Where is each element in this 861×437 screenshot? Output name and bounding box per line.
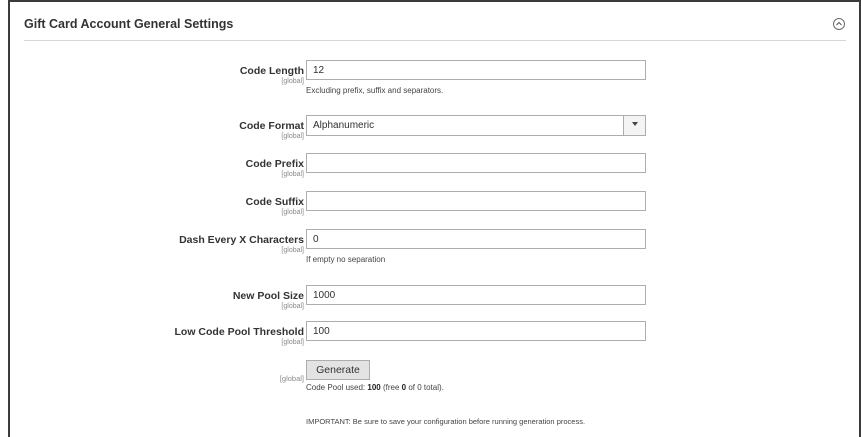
new-pool-size-input[interactable] xyxy=(306,285,646,305)
dash-every-input[interactable] xyxy=(306,229,646,249)
dash-every-note: If empty no separation xyxy=(306,255,386,264)
generate-scope: [global] xyxy=(279,374,304,383)
low-threshold-label: Low Code Pool Threshold xyxy=(174,326,305,338)
code-suffix-scope: [global] xyxy=(281,209,304,216)
code-length-input[interactable] xyxy=(306,60,646,80)
pool-used-value: 100 xyxy=(367,383,381,392)
code-prefix-input[interactable] xyxy=(306,153,646,173)
chevron-down-icon[interactable] xyxy=(623,116,645,135)
code-suffix-input[interactable] xyxy=(306,191,646,211)
important-note: IMPORTANT: Be sure to save your configur… xyxy=(306,417,586,426)
pool-used-prefix: Code Pool used: xyxy=(306,383,368,392)
code-length-label: Code Length xyxy=(239,65,304,77)
chevron-up-circle-icon[interactable] xyxy=(833,18,845,30)
code-format-scope: [global] xyxy=(281,133,304,140)
pool-suffix: of 0 total). xyxy=(406,383,444,392)
new-pool-size-label: New Pool Size xyxy=(232,290,304,302)
section-title[interactable]: Gift Card Account General Settings xyxy=(24,17,233,31)
code-prefix-scope: [global] xyxy=(281,171,304,178)
pool-used-text: Code Pool used: 100 (free 0 of 0 total). xyxy=(306,383,444,392)
pool-free-prefix: (free xyxy=(380,383,402,392)
code-prefix-label: Code Prefix xyxy=(245,158,304,170)
code-suffix-label: Code Suffix xyxy=(245,196,304,208)
code-format-label: Code Format xyxy=(239,120,304,132)
low-threshold-scope: [global] xyxy=(281,339,304,346)
code-format-select[interactable]: Alphanumeric xyxy=(306,115,646,136)
dash-every-label: Dash Every X Characters xyxy=(179,234,304,246)
code-length-note: Excluding prefix, suffix and separators. xyxy=(306,86,444,95)
new-pool-size-scope: [global] xyxy=(281,303,304,310)
section-divider xyxy=(24,40,846,41)
code-format-selected: Alphanumeric xyxy=(313,120,375,131)
code-length-scope: [global] xyxy=(281,78,304,85)
generate-button[interactable]: Generate xyxy=(306,360,370,380)
dash-every-scope: [global] xyxy=(281,247,304,254)
low-threshold-input[interactable] xyxy=(306,321,646,341)
